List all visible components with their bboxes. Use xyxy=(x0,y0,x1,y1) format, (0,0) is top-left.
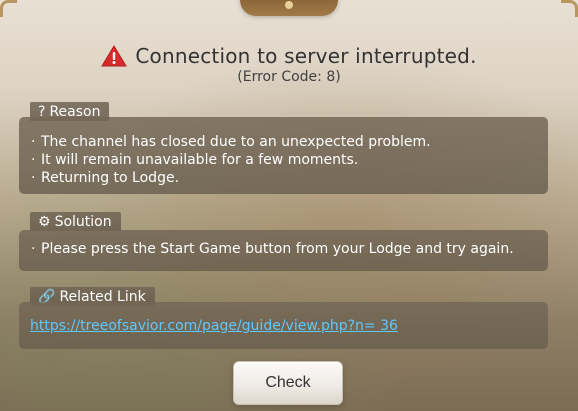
reason-text: The channel has closed due to an unexpec… xyxy=(41,134,431,150)
reason-panel: · The channel has closed due to an unexpe… xyxy=(19,117,548,194)
solution-line: · Please press the Start Game button from… xyxy=(31,241,548,257)
check-button[interactable]: Check xyxy=(233,361,343,405)
reason-line: · The channel has closed due to an unexpe… xyxy=(31,133,548,151)
warning-icon xyxy=(101,45,128,67)
dialog-title: Connection to server interrupted. xyxy=(135,44,477,68)
title-row: Connection to server interrupted. xyxy=(0,44,578,68)
bullet-dot: · xyxy=(31,241,36,257)
gear-icon: ⚙ xyxy=(38,214,51,230)
solution-section-label: ⚙ Solution xyxy=(30,212,121,231)
related-link-url[interactable]: https://treeofsavior.com/page/guide/view… xyxy=(30,318,398,334)
top-ornament xyxy=(240,0,338,16)
bullet-dot: · xyxy=(31,170,36,186)
error-code: (Error Code: 8) xyxy=(237,69,341,85)
reason-text: It will remain unavailable for a few mom… xyxy=(41,152,359,168)
related-link-panel: https://treeofsavior.com/page/guide/view… xyxy=(19,302,548,349)
dialog-header: Connection to server interrupted. (Error… xyxy=(0,44,578,85)
top-left-frame-corner xyxy=(0,0,17,17)
top-right-frame-corner xyxy=(561,0,578,17)
solution-label: Solution xyxy=(54,214,112,230)
bullet-dot: · xyxy=(31,152,36,168)
bullet-dot: · xyxy=(31,134,36,150)
reason-text: Returning to Lodge. xyxy=(41,170,180,186)
solution-panel: · Please press the Start Game button from… xyxy=(19,230,548,271)
reason-line: · It will remain unavailable for a few mo… xyxy=(31,151,548,169)
solution-text: Please press the Start Game button from … xyxy=(41,241,514,257)
reason-list: · The channel has closed due to an unexpe… xyxy=(31,133,548,187)
reason-line: · Returning to Lodge. xyxy=(31,169,548,187)
ornament-gem xyxy=(285,1,293,9)
